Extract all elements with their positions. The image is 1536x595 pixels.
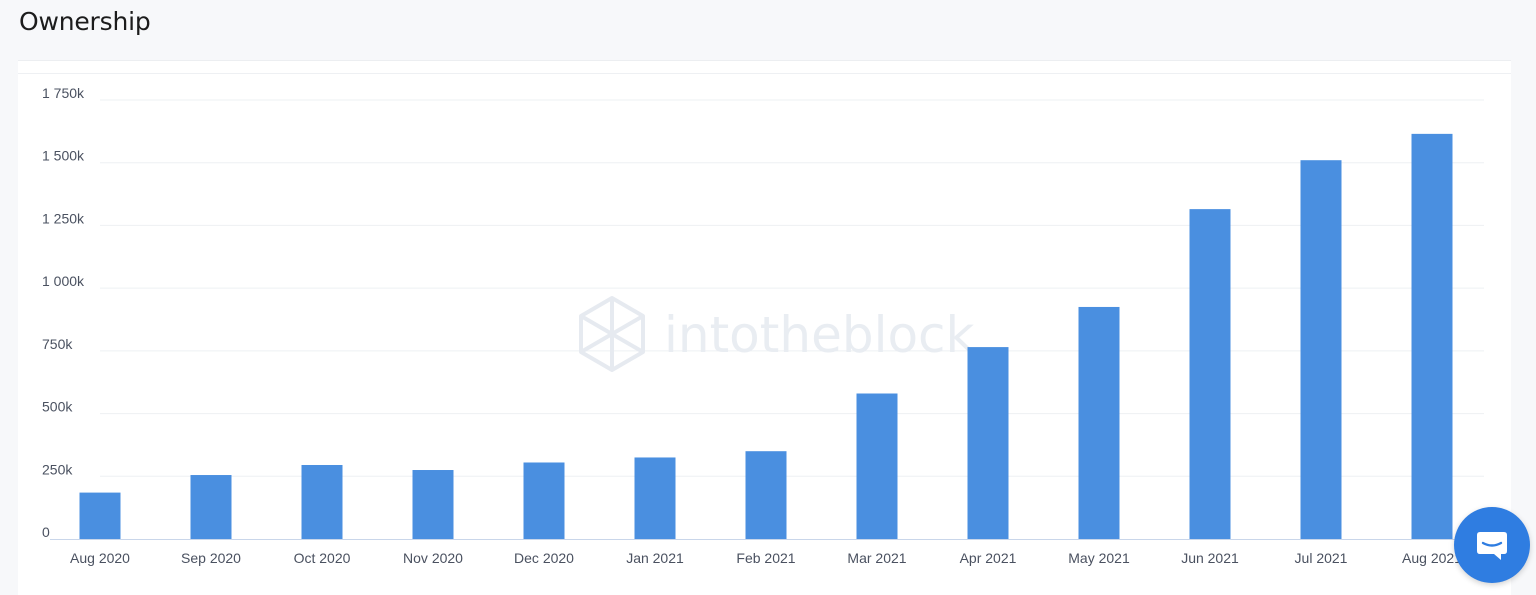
bar [79, 492, 121, 539]
bar [301, 464, 343, 539]
bar [523, 462, 565, 539]
x-tick-label: Feb 2021 [736, 550, 795, 566]
chat-button[interactable] [1454, 507, 1530, 583]
grid-layer [100, 99, 1484, 477]
x-tick-label: May 2021 [1068, 550, 1130, 566]
x-tick-label: Apr 2021 [960, 550, 1017, 566]
x-tick-label: Aug 2021 [1402, 550, 1462, 566]
page: Ownership intotheblock 0 250k 500k 750k 1 00… [0, 0, 1536, 595]
y-tick-label: 250k [42, 461, 73, 477]
y-axis-ticks: 0 250k 500k 750k 1 000k 1 250k 1 500k 1 750k [42, 85, 85, 540]
bar [1189, 209, 1231, 539]
x-tick-label: Mar 2021 [847, 550, 906, 566]
x-tick-label: Dec 2020 [514, 550, 574, 566]
x-tick-label: Oct 2020 [294, 550, 351, 566]
bar [967, 347, 1009, 539]
x-axis-ticks: Aug 2020 Sep 2020 Oct 2020 Nov 2020 Dec 2020… [70, 550, 1462, 566]
y-tick-label: 1 250k [42, 210, 85, 226]
watermark-brand: intotheblock [664, 306, 975, 364]
ownership-bar-chart: intotheblock 0 250k 500k 750k 1 000k 1 250k 1 … [42, 85, 1484, 566]
bar [856, 393, 898, 539]
y-tick-label: 1 750k [42, 85, 85, 101]
y-tick-label: 750k [42, 336, 73, 352]
bar [1411, 133, 1453, 539]
intotheblock-logo-icon [579, 296, 645, 372]
bar [1300, 160, 1342, 539]
y-tick-label: 0 [42, 524, 50, 540]
bar [745, 451, 787, 539]
y-tick-label: 1 000k [42, 273, 85, 289]
x-tick-label: Jun 2021 [1181, 550, 1239, 566]
chat-bubble-icon [1477, 532, 1507, 560]
bar [190, 475, 232, 539]
y-tick-label: 1 500k [42, 148, 85, 164]
x-tick-label: Jan 2021 [626, 550, 684, 566]
bar [1078, 306, 1120, 539]
bar [634, 457, 676, 539]
y-tick-label: 500k [42, 399, 73, 415]
bar [412, 470, 454, 539]
watermark: intotheblock [579, 296, 975, 372]
x-tick-label: Jul 2021 [1295, 550, 1348, 566]
x-tick-label: Nov 2020 [403, 550, 463, 566]
x-tick-label: Sep 2020 [181, 550, 241, 566]
x-tick-label: Aug 2020 [70, 550, 130, 566]
